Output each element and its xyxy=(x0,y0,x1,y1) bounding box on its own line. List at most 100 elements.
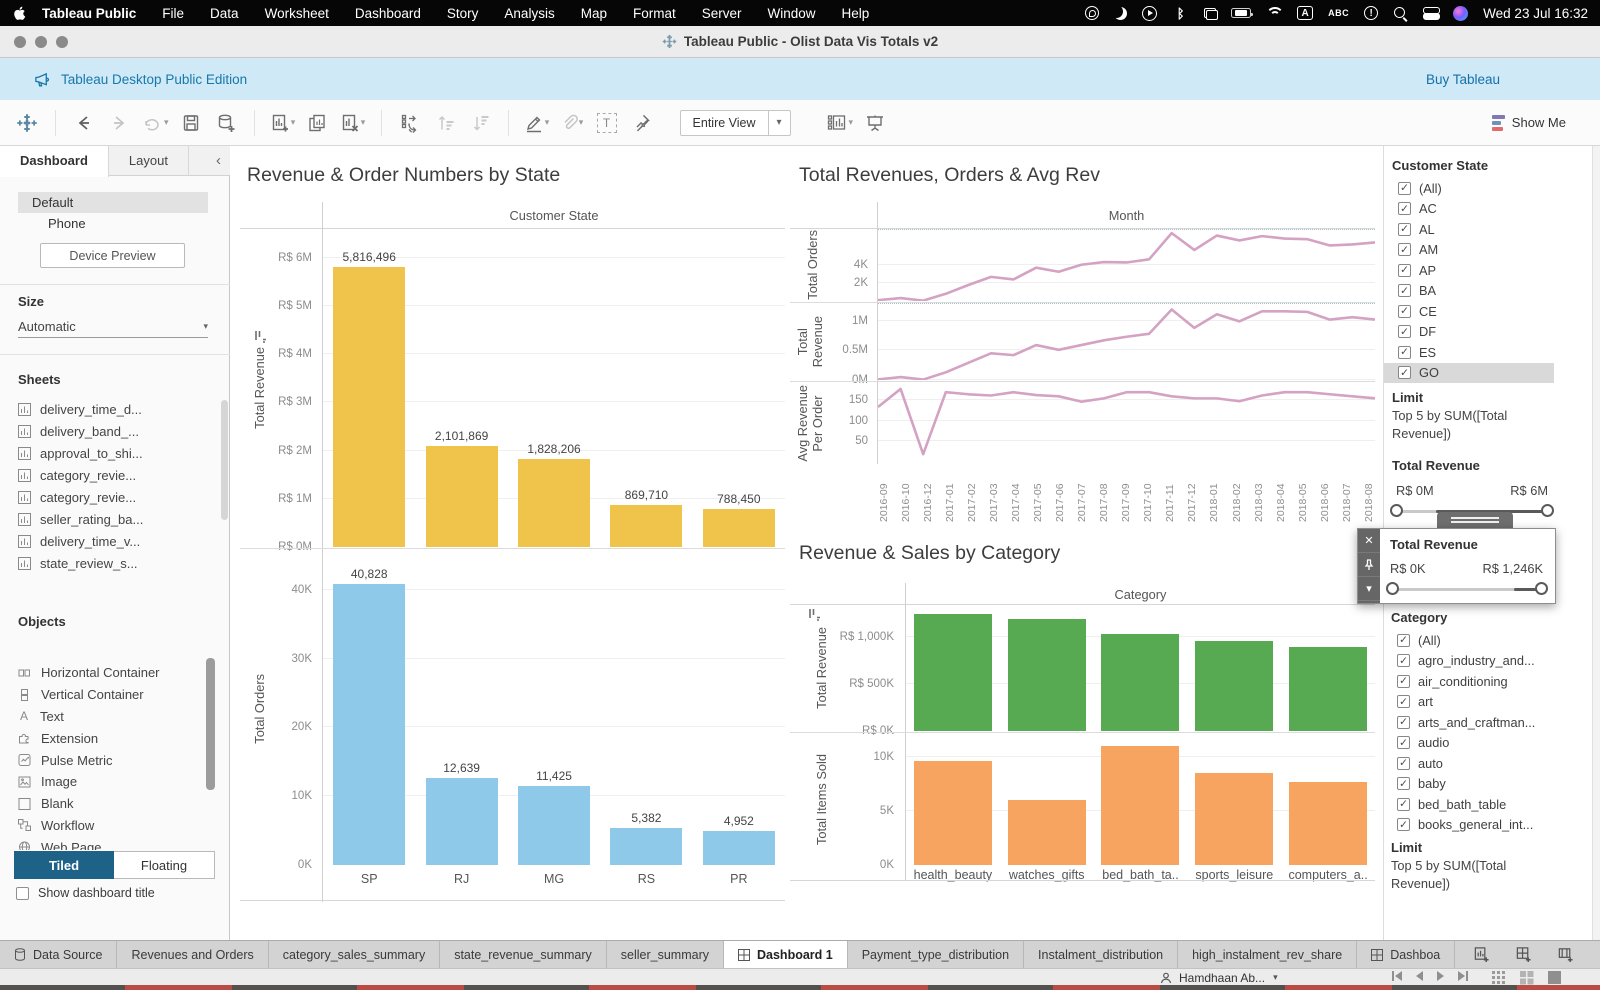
bar-SP[interactable] xyxy=(333,584,405,865)
macos-dock-edge[interactable] xyxy=(0,985,1600,990)
device-default[interactable]: Default xyxy=(18,192,208,213)
new-story-tab-button[interactable] xyxy=(1552,943,1578,967)
tab-instalment_distribution[interactable]: Instalment_distribution xyxy=(1024,941,1178,968)
checkbox-checked[interactable]: ✓ xyxy=(1397,757,1410,770)
menu-item-server[interactable]: Server xyxy=(702,6,742,21)
screen-mirror-icon[interactable] xyxy=(1204,8,1216,18)
presentation-mode-button[interactable] xyxy=(862,108,888,138)
tab-revenues-and-orders[interactable]: Revenues and Orders xyxy=(117,941,268,968)
device-preview-button[interactable]: Device Preview xyxy=(40,243,185,268)
tab-seller_summary[interactable]: seller_summary xyxy=(607,941,724,968)
filter-item[interactable]: ✓AP xyxy=(1384,260,1584,281)
bar-RJ[interactable] xyxy=(426,778,498,865)
caret-down-icon[interactable]: ▾ xyxy=(849,117,854,128)
wifi-icon[interactable] xyxy=(1266,7,1282,19)
filter-item[interactable]: ✓books_general_int... xyxy=(1383,815,1583,836)
slider-handle-min[interactable] xyxy=(1390,504,1403,517)
clear-sheet-button[interactable]: ▾ xyxy=(340,108,366,138)
checkbox-unchecked[interactable] xyxy=(16,887,29,900)
new-data-source-button[interactable] xyxy=(213,108,239,138)
filter-item[interactable]: ✓audio xyxy=(1383,733,1583,754)
checkbox-checked[interactable]: ✓ xyxy=(1398,243,1411,256)
object-item-text[interactable]: AText xyxy=(18,706,204,728)
x-category-label[interactable]: RS xyxy=(600,872,692,886)
new-worksheet-button[interactable]: ▾ xyxy=(270,108,296,138)
checkbox-checked[interactable]: ✓ xyxy=(1397,818,1410,831)
menu-item-story[interactable]: Story xyxy=(447,6,479,21)
filter-item[interactable]: ✓DF xyxy=(1384,322,1584,343)
menu-item-map[interactable]: Map xyxy=(581,6,607,21)
show-tabs-view-icon[interactable] xyxy=(1492,971,1505,984)
last-sheet-button[interactable] xyxy=(1458,971,1468,981)
sheet-item[interactable]: category_revie... xyxy=(18,486,214,508)
x-category-label[interactable]: RJ xyxy=(415,872,507,886)
checkbox-checked[interactable]: ✓ xyxy=(1398,366,1411,379)
first-sheet-button[interactable] xyxy=(1392,971,1402,981)
object-item-workflow[interactable]: Workflow xyxy=(18,815,204,837)
show-me-button[interactable]: Show Me xyxy=(1492,115,1566,131)
caret-down-icon[interactable]: ▾ xyxy=(361,117,366,128)
tab-layout[interactable]: Layout xyxy=(109,146,189,176)
sheet-item[interactable]: state_review_s... xyxy=(18,552,214,574)
bar-PR[interactable] xyxy=(703,509,775,547)
tab-high_instalment_rev_share[interactable]: high_instalment_rev_share xyxy=(1178,941,1357,968)
sort-descending-button[interactable] xyxy=(467,108,493,138)
sheet-item[interactable]: delivery_time_d... xyxy=(18,398,214,420)
filter-item[interactable]: ✓AM xyxy=(1384,240,1584,261)
floating-range-slider[interactable] xyxy=(1386,582,1548,596)
show-filmstrip-view-icon[interactable] xyxy=(1520,971,1533,984)
previous-sheet-button[interactable] xyxy=(1416,971,1423,981)
sheet-item[interactable]: category_revie... xyxy=(18,464,214,486)
battery-icon[interactable] xyxy=(1231,8,1251,18)
menu-item-dashboard[interactable]: Dashboard xyxy=(355,6,421,21)
apple-icon[interactable] xyxy=(12,5,28,21)
filter-item[interactable]: ✓arts_and_craftman... xyxy=(1383,712,1583,733)
checkbox-checked[interactable]: ✓ xyxy=(1398,284,1411,297)
menu-item-data[interactable]: Data xyxy=(210,6,239,21)
save-button[interactable] xyxy=(178,108,204,138)
checkbox-checked[interactable]: ✓ xyxy=(1397,654,1410,667)
tab-payment_type_distribution[interactable]: Payment_type_distribution xyxy=(848,941,1024,968)
close-icon[interactable]: ✕ xyxy=(1358,529,1380,553)
x-category-label[interactable]: SP xyxy=(323,872,415,886)
input-source-icon[interactable]: A xyxy=(1297,6,1313,20)
menu-item-format[interactable]: Format xyxy=(633,6,676,21)
menu-item-tableau-public[interactable]: Tableau Public xyxy=(42,6,136,21)
bar-RS[interactable] xyxy=(610,505,682,547)
next-sheet-button[interactable] xyxy=(1437,971,1444,981)
caret-down-icon[interactable]: ▾ xyxy=(579,117,584,128)
slider-handle-min[interactable] xyxy=(1386,582,1399,595)
highlight-button[interactable]: ▾ xyxy=(524,108,550,138)
bluetooth-icon[interactable]: ᛒ xyxy=(1172,5,1189,22)
object-item-horizontal-container[interactable]: Horizontal Container xyxy=(18,662,204,684)
play-circle-icon[interactable] xyxy=(1142,6,1157,21)
filter-item[interactable]: ✓AC xyxy=(1384,199,1584,220)
show-sheet-sorter-icon[interactable] xyxy=(1548,971,1561,984)
checkbox-checked[interactable]: ✓ xyxy=(1398,264,1411,277)
filter-item[interactable]: ✓air_conditioning xyxy=(1383,671,1583,692)
user-menu[interactable]: Hamdhaan Ab... ▾ xyxy=(1160,970,1278,985)
fit-selector[interactable]: Entire View ▾ xyxy=(680,110,791,136)
pin-button[interactable] xyxy=(629,108,655,138)
bar-health_beauty[interactable] xyxy=(914,614,992,731)
filter-item[interactable]: ✓agro_industry_and... xyxy=(1383,651,1583,672)
checkbox-checked[interactable]: ✓ xyxy=(1397,777,1410,790)
bar-MG[interactable] xyxy=(518,786,590,865)
tab-data-source[interactable]: Data Source xyxy=(0,941,117,968)
object-item-image[interactable]: Image xyxy=(18,771,204,793)
checkbox-checked[interactable]: ✓ xyxy=(1397,695,1410,708)
objects-scrollbar[interactable] xyxy=(206,658,215,790)
slider-handle-max[interactable] xyxy=(1535,582,1548,595)
slider-handle-max[interactable] xyxy=(1541,504,1554,517)
window-titlebar[interactable]: Tableau Public - Olist Data Vis Totals v… xyxy=(0,26,1600,58)
viber-icon[interactable] xyxy=(1085,6,1099,20)
floating-button[interactable]: Floating xyxy=(114,851,215,879)
sheet-item[interactable]: delivery_band_... xyxy=(18,420,214,442)
alert-icon[interactable]: ! xyxy=(1364,6,1378,20)
bar-PR[interactable] xyxy=(703,831,775,865)
new-worksheet-tab-button[interactable] xyxy=(1468,943,1494,967)
filter-card-drag-handle[interactable] xyxy=(1437,512,1513,528)
tab-state_revenue_summary[interactable]: state_revenue_summary xyxy=(440,941,607,968)
control-center-icon[interactable] xyxy=(1423,7,1438,20)
buy-tableau-link[interactable]: Buy Tableau xyxy=(1426,72,1500,87)
